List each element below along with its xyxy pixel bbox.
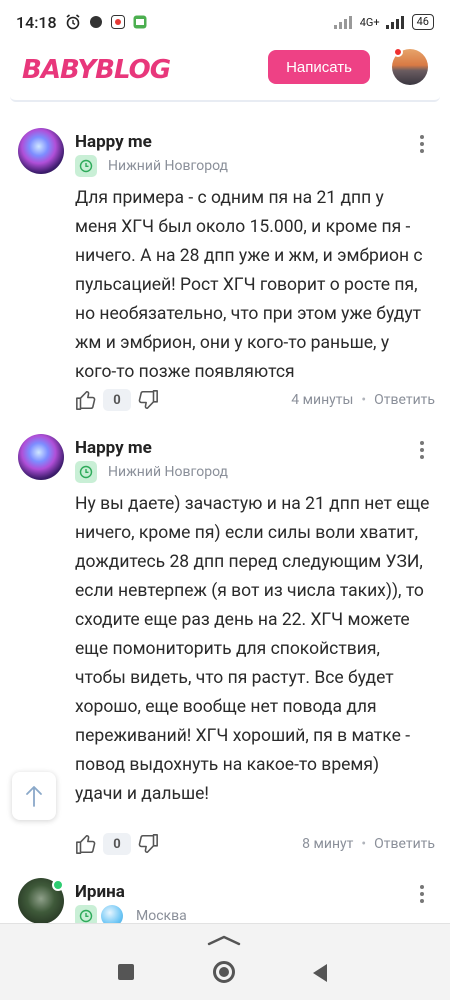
user-level-badge-icon [75, 461, 97, 483]
likes-count: 0 [103, 833, 131, 855]
thumbs-up-icon[interactable] [75, 389, 97, 411]
comment-time: 8 минут [302, 836, 354, 852]
more-options-icon[interactable] [415, 440, 429, 460]
thumbs-down-icon[interactable] [137, 389, 159, 411]
battery-indicator: 46 [411, 14, 434, 30]
signal-icon [333, 15, 354, 29]
likes-count: 0 [103, 389, 131, 411]
scroll-to-top-button[interactable] [12, 772, 56, 820]
thumbs-up-icon[interactable] [75, 833, 97, 855]
status-time: 14:18 [16, 12, 57, 32]
comment-avatar[interactable] [18, 434, 64, 480]
network-type: 4G+ [359, 15, 380, 29]
app-notification-icon-2 [110, 15, 125, 29]
alarm-icon [65, 14, 81, 30]
reply-button[interactable]: Ответить [374, 392, 435, 408]
write-button[interactable]: Написать [268, 50, 370, 84]
comment-city: Нижний Новгород [108, 158, 229, 174]
home-icon[interactable] [213, 961, 235, 983]
reply-button[interactable]: Ответить [374, 836, 435, 852]
comment-author[interactable]: Ирина [75, 882, 125, 902]
comment-author[interactable]: Happy me [75, 132, 152, 152]
comment-city: Нижний Новгород [108, 464, 229, 480]
comment-actions: 0 8 минут • Ответить [75, 830, 435, 858]
comment-time: 4 минуты [291, 392, 354, 408]
thumbs-down-icon[interactable] [137, 833, 159, 855]
comment-author[interactable]: Happy me [75, 438, 152, 458]
comment-text: Для примера - с одним пя на 21 дпп у мен… [75, 188, 423, 382]
comment-text: Ну вы даете) зачастую и на 21 дпп нет ещ… [75, 494, 430, 804]
more-options-icon[interactable] [415, 884, 429, 904]
comment-avatar[interactable] [18, 128, 64, 174]
recent-apps-icon[interactable] [118, 964, 134, 980]
separator-dot: • [361, 392, 367, 408]
site-logo[interactable]: BABYBLOG [22, 55, 171, 85]
app-notification-icon [89, 15, 103, 29]
user-level-badge-icon [75, 155, 97, 177]
app-notification-icon-3 [133, 15, 147, 29]
separator-dot: • [361, 836, 367, 852]
site-header: BABYBLOG Написать [0, 44, 450, 96]
user-avatar[interactable] [392, 47, 428, 85]
header-divider [10, 96, 440, 102]
back-icon[interactable] [313, 964, 327, 982]
chevron-up-icon[interactable] [207, 931, 241, 950]
arrow-up-icon [26, 786, 42, 807]
signal-icon-2 [385, 15, 406, 29]
more-options-icon[interactable] [415, 134, 429, 154]
comment-actions: 0 4 минуты • Ответить [75, 386, 435, 414]
notification-dot [393, 47, 403, 57]
online-indicator [52, 879, 64, 891]
status-bar: 14:18 4G+ 46 [0, 0, 450, 44]
comment-city: Москва [136, 908, 187, 924]
system-navigation-bar [0, 923, 450, 1000]
